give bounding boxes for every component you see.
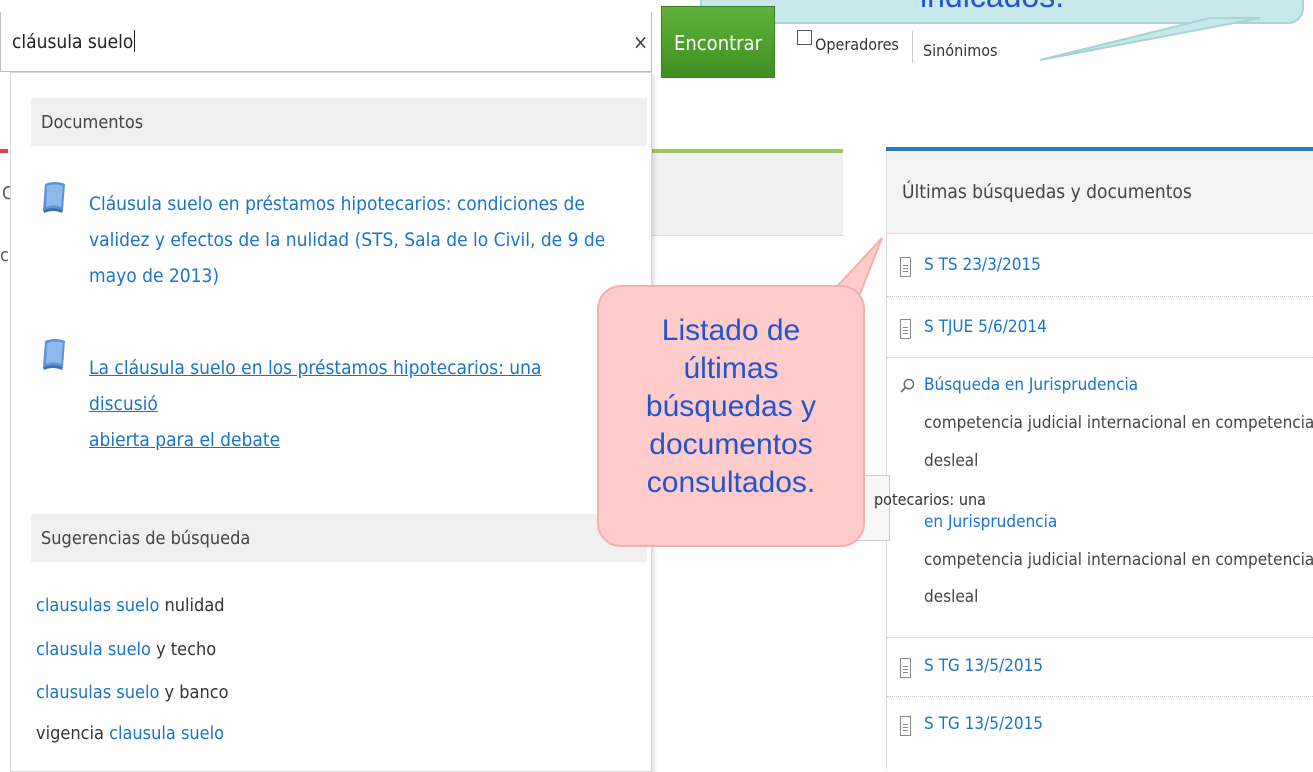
history-item-link[interactable]: en Jurisprudencia bbox=[924, 512, 1057, 532]
synonyms-link[interactable]: Sinónimos bbox=[923, 41, 998, 60]
history-item-query: competencia judicial internacional en co… bbox=[924, 413, 1313, 433]
history-item-query: desleal bbox=[924, 587, 979, 607]
search-icon bbox=[900, 378, 915, 393]
suggestions-section-header: Sugerencias de búsqueda bbox=[31, 514, 647, 562]
section-title: Documentos bbox=[41, 112, 144, 133]
search-suggestion[interactable]: clausulas suelo y banco bbox=[36, 682, 229, 703]
section-title: Sugerencias de búsqueda bbox=[41, 528, 251, 549]
document-result[interactable]: Cláusula suelo en préstamos hipotecarios… bbox=[89, 186, 609, 294]
book-icon bbox=[43, 339, 65, 370]
clear-search-button[interactable]: × bbox=[633, 30, 648, 54]
operators-label[interactable]: Operadores bbox=[815, 35, 899, 54]
history-item-query: competencia judicial internacional en co… bbox=[924, 550, 1313, 570]
search-suggestion[interactable]: clausula suelo y techo bbox=[36, 639, 216, 660]
divider bbox=[887, 696, 1313, 697]
divider bbox=[887, 357, 1313, 358]
find-button[interactable]: Encontrar bbox=[661, 6, 775, 78]
divider bbox=[887, 637, 1313, 638]
pink-callout-text: Listado de últimas búsquedas y documento… bbox=[645, 314, 817, 499]
history-item-query: desleal bbox=[924, 451, 979, 471]
text-caret bbox=[134, 30, 136, 52]
left-panel-accent bbox=[0, 149, 8, 153]
search-suggestion[interactable]: clausulas suelo nulidad bbox=[36, 595, 225, 616]
document-icon bbox=[900, 658, 911, 678]
operators-checkbox[interactable] bbox=[797, 30, 812, 45]
left-panel-text: c bbox=[0, 245, 9, 266]
search-input-value[interactable]: cláusula suelo bbox=[12, 30, 136, 53]
history-item-link[interactable]: S TJUE 5/6/2014 bbox=[924, 317, 1047, 337]
toolbar-divider bbox=[912, 31, 913, 63]
book-icon bbox=[43, 182, 65, 213]
document-icon bbox=[900, 257, 911, 277]
middle-panel-header bbox=[648, 153, 843, 236]
autocomplete-dropdown: Documentos Cláusula suelo en préstamos h… bbox=[10, 72, 652, 772]
history-item-link[interactable]: S TG 13/5/2015 bbox=[924, 714, 1043, 734]
history-panel-title: Últimas búsquedas y documentos bbox=[902, 181, 1192, 203]
document-result[interactable]: La cláusula suelo en los préstamos hipot… bbox=[89, 350, 609, 458]
documents-section-header: Documentos bbox=[31, 98, 647, 146]
history-item-link[interactable]: S TG 13/5/2015 bbox=[924, 656, 1043, 676]
search-suggestion[interactable]: vigencia clausula suelo bbox=[36, 723, 224, 744]
document-icon bbox=[900, 716, 911, 736]
history-item-link[interactable]: S TS 23/3/2015 bbox=[924, 255, 1041, 275]
document-icon bbox=[900, 319, 911, 339]
divider bbox=[887, 296, 1313, 297]
history-item-link[interactable]: Búsqueda en Jurisprudencia bbox=[924, 375, 1138, 395]
tooltip-text: potecarios: una bbox=[874, 490, 986, 509]
top-callout-text: indicados. bbox=[920, 0, 1064, 15]
